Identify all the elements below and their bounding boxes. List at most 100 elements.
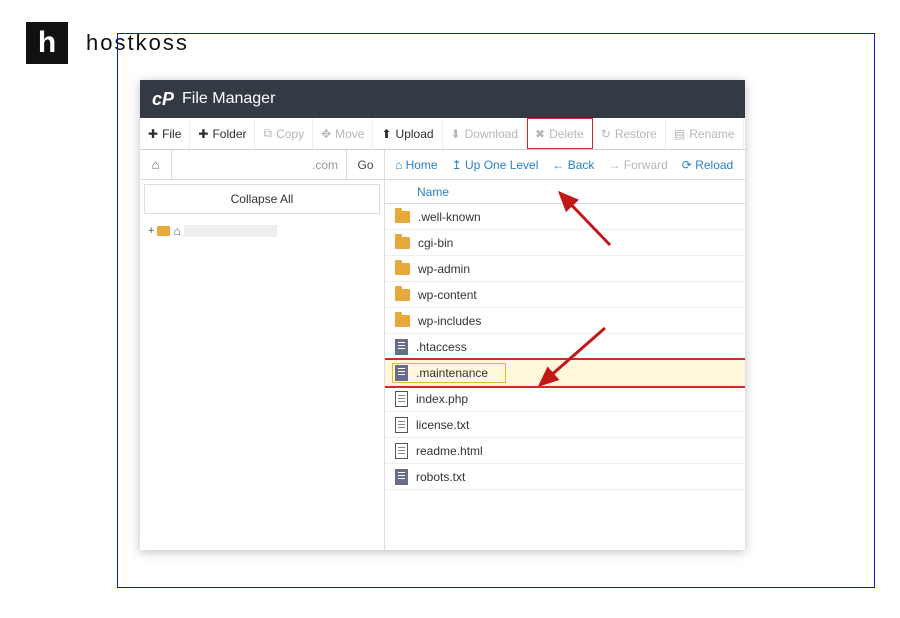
nav-forward-button[interactable]: → Forward — [608, 158, 667, 172]
toolbar: ✚ File ✚ Folder ⧉ Copy ✥ Move ⬆ Upload ⬇… — [140, 118, 745, 150]
app-title: File Manager — [182, 90, 275, 108]
home-icon: ⌂ — [395, 158, 402, 172]
column-name: Name — [417, 185, 449, 199]
file-icon — [395, 469, 408, 485]
label: Folder — [212, 127, 246, 141]
tree-root-label: hidden — [184, 225, 277, 237]
home-icon: ⌂ — [152, 157, 160, 172]
file-icon — [395, 443, 408, 459]
reload-icon: ⟳ — [682, 158, 692, 172]
rename-button[interactable]: ▤ Rename — [666, 118, 744, 149]
plus-icon: ✚ — [198, 127, 208, 141]
rename-icon: ▤ — [674, 127, 685, 141]
file-name: .well-known — [418, 210, 481, 224]
file-name: readme.html — [416, 444, 483, 458]
file-name: wp-includes — [418, 314, 481, 328]
label: File — [162, 127, 181, 141]
nav-up-button[interactable]: ↥ Up One Level — [452, 158, 539, 172]
label: Upload — [396, 127, 434, 141]
file-name: index.php — [416, 392, 468, 406]
file-row[interactable]: wp-includes — [385, 308, 745, 334]
nav-home-button[interactable]: ⌂ Home — [395, 158, 438, 172]
file-name: .maintenance — [416, 366, 488, 380]
home-icon: ⌂ — [173, 224, 180, 238]
download-icon: ⬇ — [451, 127, 461, 141]
label: Forward — [624, 158, 668, 172]
file-icon — [395, 391, 408, 407]
folder-tree: + ⌂ hidden — [140, 220, 384, 242]
cpanel-icon: cP — [152, 89, 174, 110]
up-icon: ↥ — [452, 158, 462, 172]
file-row[interactable]: wp-content — [385, 282, 745, 308]
brand-mark: h — [26, 22, 68, 64]
label: Rename — [689, 127, 734, 141]
folder-icon — [157, 226, 170, 236]
x-icon: ✖ — [535, 127, 545, 141]
new-folder-button[interactable]: ✚ Folder — [190, 118, 255, 149]
restore-button[interactable]: ↻ Restore — [593, 118, 666, 149]
label: Reload — [695, 158, 733, 172]
file-icon — [395, 339, 408, 355]
label: Back — [568, 158, 595, 172]
delete-button[interactable]: ✖ Delete — [527, 118, 593, 149]
file-row-selected[interactable]: .maintenance — [385, 360, 745, 386]
address-row: ⌂ Go — [140, 150, 384, 180]
left-pane: ⌂ Go Collapse All + ⌂ hidden — [140, 150, 385, 550]
file-name: wp-content — [418, 288, 477, 302]
folder-icon — [395, 211, 410, 223]
label: Move — [335, 127, 364, 141]
restore-icon: ↻ — [601, 127, 611, 141]
upload-button[interactable]: ⬆ Upload — [373, 118, 442, 149]
back-icon: ← — [552, 158, 564, 172]
file-list: .well-known cgi-bin wp-admin wp-content wp-i… — [385, 204, 745, 550]
selection-highlight: .maintenance — [391, 362, 507, 384]
nav-reload-button[interactable]: ⟳ Reload — [682, 158, 733, 172]
navigation-bar: ⌂ Home ↥ Up One Level ← Back → Forward ⟳ — [385, 150, 745, 180]
download-button[interactable]: ⬇ Download — [443, 118, 527, 149]
content-area: ⌂ Go Collapse All + ⌂ hidden ⌂ Home — [140, 150, 745, 550]
file-row[interactable]: robots.txt — [385, 464, 745, 490]
home-icon-button[interactable]: ⌂ — [140, 150, 172, 179]
label: Restore — [615, 127, 657, 141]
title-bar: cP File Manager — [140, 80, 745, 118]
folder-icon — [395, 237, 410, 249]
file-row[interactable]: index.php — [385, 386, 745, 412]
label: Download — [465, 127, 518, 141]
collapse-all-button[interactable]: Collapse All — [144, 184, 380, 214]
upload-icon: ⬆ — [381, 127, 391, 141]
file-row[interactable]: license.txt — [385, 412, 745, 438]
file-name: wp-admin — [418, 262, 470, 276]
folder-icon — [395, 315, 410, 327]
label: Copy — [276, 127, 304, 141]
file-row[interactable]: cgi-bin — [385, 230, 745, 256]
expand-icon[interactable]: + — [148, 225, 154, 237]
column-header[interactable]: Name — [385, 180, 745, 204]
tree-root-row[interactable]: + ⌂ hidden — [148, 224, 376, 238]
file-icon — [395, 417, 408, 433]
file-manager-window: cP File Manager ✚ File ✚ Folder ⧉ Copy ✥… — [140, 80, 745, 550]
label: Delete — [549, 127, 584, 141]
nav-back-button[interactable]: ← Back — [552, 158, 594, 172]
new-file-button[interactable]: ✚ File — [140, 118, 190, 149]
file-name: robots.txt — [416, 470, 465, 484]
file-row[interactable]: wp-admin — [385, 256, 745, 282]
folder-icon — [395, 263, 410, 275]
label: Home — [406, 158, 438, 172]
forward-icon: → — [608, 158, 620, 172]
copy-button[interactable]: ⧉ Copy — [255, 118, 313, 149]
move-icon: ✥ — [321, 127, 331, 141]
move-button[interactable]: ✥ Move — [313, 118, 373, 149]
plus-icon: ✚ — [148, 127, 158, 141]
go-button[interactable]: Go — [346, 150, 384, 179]
copy-icon: ⧉ — [263, 126, 272, 141]
path-input[interactable] — [172, 150, 346, 179]
file-name: .htaccess — [416, 340, 467, 354]
file-name: license.txt — [416, 418, 469, 432]
file-icon — [395, 365, 408, 381]
file-row[interactable]: readme.html — [385, 438, 745, 464]
folder-icon — [395, 289, 410, 301]
file-row[interactable]: .htaccess — [385, 334, 745, 360]
label: Up One Level — [465, 158, 538, 172]
file-row[interactable]: .well-known — [385, 204, 745, 230]
right-pane: ⌂ Home ↥ Up One Level ← Back → Forward ⟳ — [385, 150, 745, 550]
